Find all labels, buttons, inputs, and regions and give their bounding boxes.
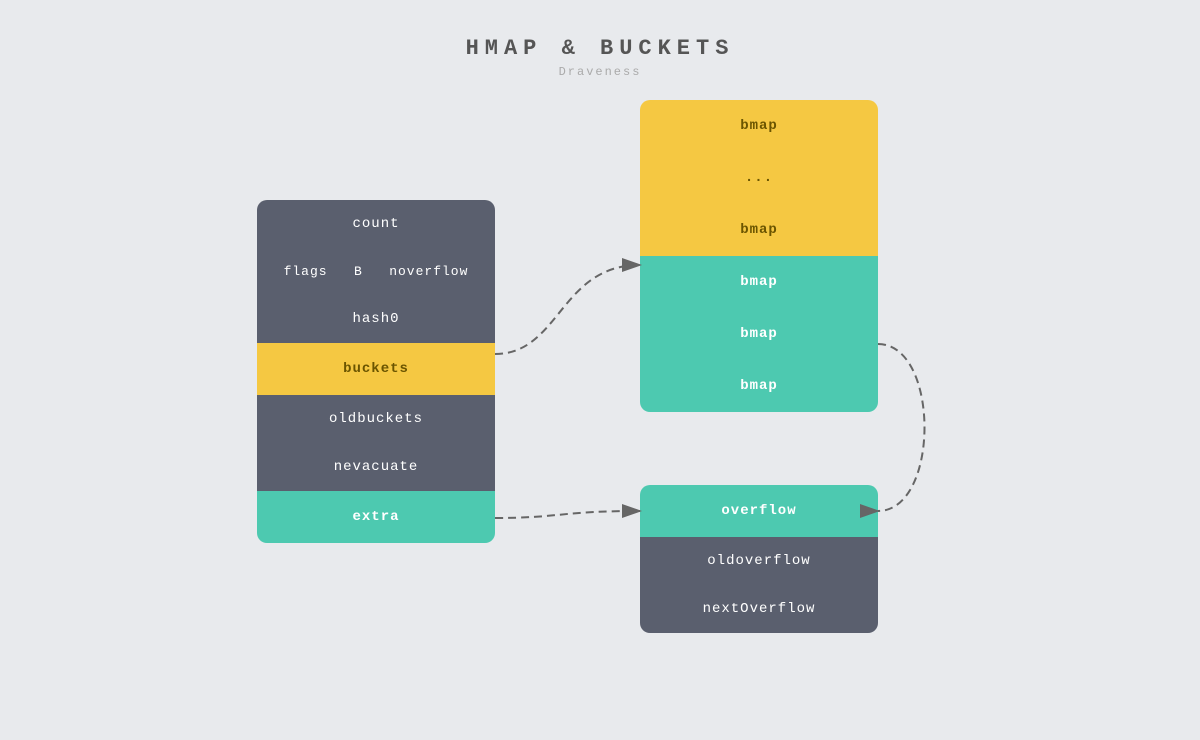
hmap-field-extra: extra (257, 491, 495, 543)
bmap-array-box: []bmap bmap ... bmap bmap bmap bmap (640, 100, 878, 412)
page-title: HMAP & BUCKETS (0, 0, 1200, 61)
mapextra-field-oldoverflow: oldoverflow (640, 537, 878, 585)
hmap-field-count: count (257, 200, 495, 248)
mapextra-field-nextoverflow: nextOverflow (640, 585, 878, 633)
bmap-yellow-1: bmap (640, 100, 878, 152)
mapextra-field-overflow: overflow (640, 485, 878, 537)
buckets-to-bmap-arrow (495, 265, 640, 354)
bmap-yellow-2: bmap (640, 204, 878, 256)
hmap-field-buckets: buckets (257, 343, 495, 395)
hmap-box: hmap count flags B noverflow hash0 bucke… (257, 200, 495, 543)
bmap-teal-2: bmap (640, 308, 878, 360)
hmap-field-flags: flags B noverflow (257, 248, 495, 295)
diagram: hmap count flags B noverflow hash0 bucke… (0, 90, 1200, 740)
arrows-overlay (0, 90, 1200, 740)
hmap-field-nevacuate: nevacuate (257, 443, 495, 491)
extra-to-mapextra-arrow (495, 511, 640, 518)
bmap-yellow-dots: ... (640, 152, 878, 204)
bmap-teal-to-overflow-arrow (878, 344, 925, 511)
mapextra-box: mapextra overflow oldoverflow nextOverfl… (640, 485, 878, 633)
hmap-field-hash0: hash0 (257, 295, 495, 343)
subtitle: Draveness (0, 65, 1200, 79)
hmap-field-oldbuckets: oldbuckets (257, 395, 495, 443)
bmap-teal-1: bmap (640, 256, 878, 308)
bmap-teal-3: bmap (640, 360, 878, 412)
